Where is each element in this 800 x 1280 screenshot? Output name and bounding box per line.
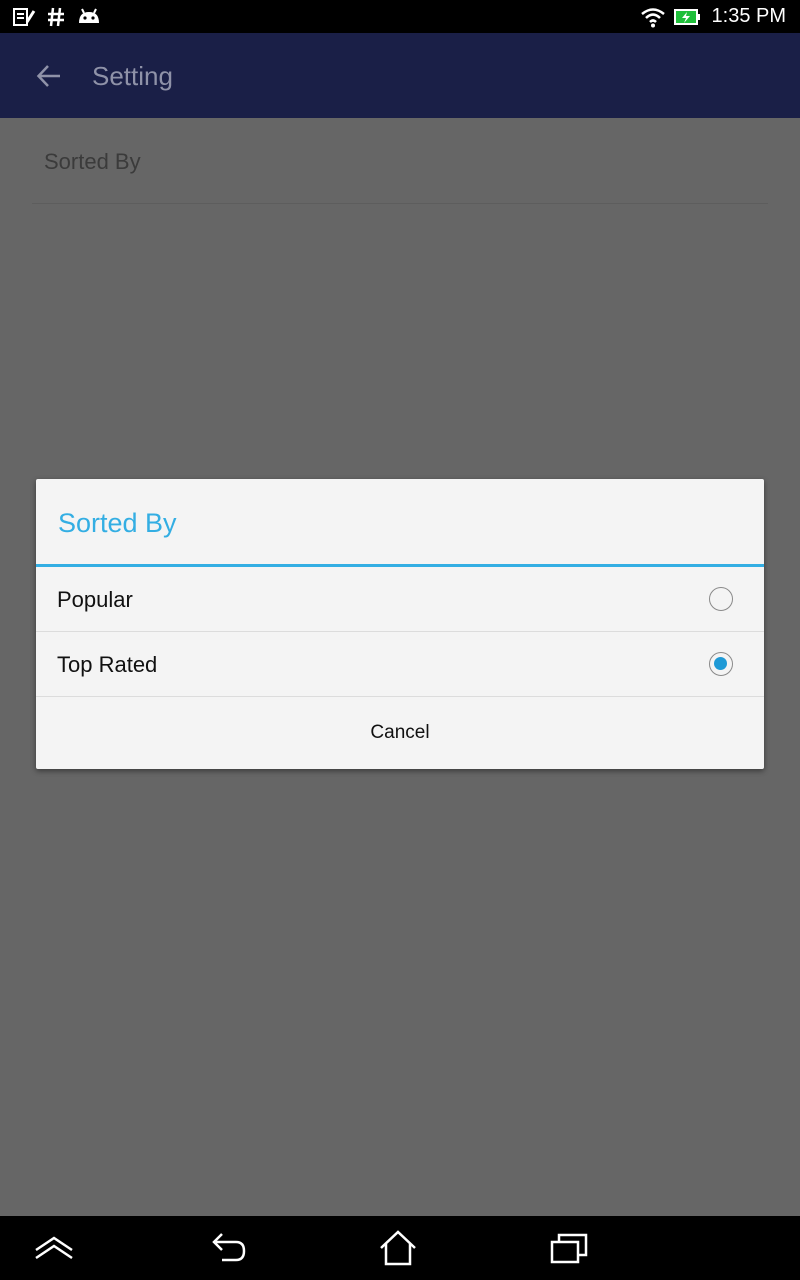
settings-item-label: Sorted By [44,149,141,174]
expand-icon[interactable] [32,1228,76,1268]
android-icon [76,0,102,33]
dialog-title: Sorted By [58,508,177,538]
hash-icon [46,0,66,33]
option-top-rated[interactable]: Top Rated [36,632,764,697]
arrow-left-icon[interactable] [34,61,64,91]
cancel-button[interactable]: Cancel [36,697,764,769]
notes-icon [12,0,36,33]
option-label: Top Rated [57,652,158,677]
radio-dot [714,657,727,670]
app-bar: Setting [0,33,800,118]
settings-item-sorted-by[interactable]: Sorted By [32,118,768,204]
clock: 1:35 PM [711,5,786,27]
wifi-icon [640,0,666,33]
back-icon[interactable] [206,1228,250,1268]
battery-charging-icon [674,0,702,33]
radio-button-selected[interactable] [709,652,733,676]
radio-button-unselected[interactable] [709,587,733,611]
navigation-bar [0,1216,800,1280]
page-title: Setting [92,61,173,91]
sort-dialog: Sorted By Popular Top Rated Cancel [36,479,764,769]
option-popular[interactable]: Popular [36,567,764,632]
home-icon[interactable] [376,1228,420,1268]
recent-apps-icon[interactable] [548,1228,592,1268]
status-bar: 1:35 PM [0,0,800,33]
option-label: Popular [57,587,133,612]
